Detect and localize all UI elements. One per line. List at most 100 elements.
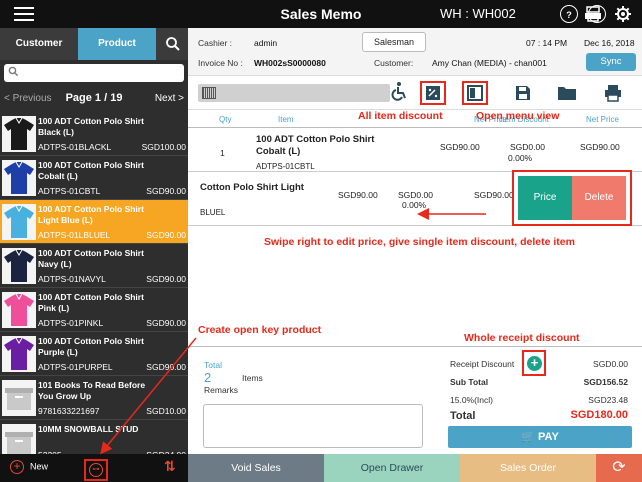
new-product-button[interactable]: + New <box>10 460 48 474</box>
open-menu-view-button[interactable] <box>462 81 488 105</box>
product-thumbnail <box>2 160 36 196</box>
line-price: SGD90.00 <box>338 190 378 200</box>
left-footer: + New ⊶ ⇅ <box>0 454 188 482</box>
subtotal-label: Sub Total <box>450 377 489 387</box>
line-qty: 1 <box>220 148 225 158</box>
line-code-fragment: BLUEL <box>200 208 226 217</box>
help-icon[interactable]: ? <box>560 5 578 23</box>
edit-price-button[interactable]: Price <box>518 176 572 220</box>
print-icon[interactable] <box>600 81 626 105</box>
annotation-swipe-hint: Swipe right to edit price, give single i… <box>264 236 575 248</box>
barcode-input[interactable] <box>198 84 390 102</box>
receipt-discount-value: SGD0.00 <box>593 359 628 369</box>
col-qty: Qty <box>219 115 232 124</box>
sort-icon[interactable]: ⇅ <box>164 458 176 475</box>
search-input[interactable] <box>22 66 180 80</box>
product-code: ADTPS-01PURPEL <box>38 362 113 372</box>
product-item[interactable]: 100 ADT Cotton Polo Shirt Pink (L) ADTPS… <box>0 288 188 332</box>
more-options-icon[interactable]: ··· <box>588 5 606 23</box>
annotation-open-key-product: Create open key product <box>198 324 322 336</box>
summary-divider <box>188 346 642 347</box>
refresh-icon[interactable]: ⟳ <box>596 454 642 482</box>
panel-tabs: Customer Product <box>0 28 188 60</box>
customer-label: Customer: <box>374 58 414 68</box>
line-discount-pct: 0.00% <box>508 153 533 163</box>
receipt-discount-button[interactable]: + <box>522 350 546 376</box>
swipe-actions: Price Delete <box>512 170 632 226</box>
line-price: SGD90.00 <box>440 142 480 152</box>
next-page-button[interactable]: Next > <box>155 93 184 104</box>
product-price: SGD100.00 <box>141 142 186 152</box>
product-thumbnail <box>2 336 36 372</box>
search-icon[interactable] <box>158 28 188 60</box>
line-discount: SGD0.00 <box>398 190 433 200</box>
date-value: Dec 16, 2018 <box>584 38 635 48</box>
plus-icon: + <box>10 460 24 474</box>
action-footer: Void Sales Open Drawer Sales Order ⟳ <box>188 454 642 482</box>
line-code: ADTPS-01CBTL <box>256 162 315 171</box>
line-discount: SGD0.00 <box>510 142 545 152</box>
product-item[interactable]: 100 ADT Cotton Polo Shirt Purple (L) ADT… <box>0 332 188 376</box>
invoice-label: Invoice No : <box>198 58 243 68</box>
product-name: 100 ADT Cotton Polo Shirt Purple (L) <box>38 336 144 357</box>
page-title: Sales Memo <box>280 6 362 22</box>
remarks-input[interactable] <box>203 404 423 448</box>
product-thumbnail <box>2 292 36 328</box>
product-price: SGD90.00 <box>146 186 186 196</box>
new-label: New <box>30 461 49 472</box>
app-header: Sales Memo WH : WH002 ? ··· <box>0 0 642 28</box>
tab-product[interactable]: Product <box>78 28 156 60</box>
line-net: SGD90.00 <box>580 142 620 152</box>
product-code: ADTPS-01LBLUEL <box>38 230 111 240</box>
items-label: Items <box>242 373 263 383</box>
key-icon: ⊶ <box>89 463 103 477</box>
invoice-value: WH002sS0000080 <box>254 58 326 68</box>
product-item[interactable]: 100 ADT Cotton Polo Shirt Light Blue (L)… <box>0 200 188 244</box>
product-name: 100 ADT Cotton Polo Shirt Pink (L) <box>38 292 144 313</box>
delete-item-button[interactable]: Delete <box>572 176 626 220</box>
col-item: Item <box>278 115 294 124</box>
product-item[interactable]: 100 ADT Cotton Polo Shirt Black (L) ADTP… <box>0 112 188 156</box>
customer-value[interactable]: Amy Chan (MEDIA) - chan001 <box>432 58 547 68</box>
product-price: SGD90.00 <box>146 362 186 372</box>
cashier-label: Cashier : <box>198 38 233 48</box>
receipt-discount-label: Receipt Discount <box>450 359 515 369</box>
total-count: 2 <box>204 370 212 385</box>
line-discount-pct: 0.00% <box>402 200 427 210</box>
cashier-value: admin <box>254 38 278 48</box>
product-search <box>4 64 184 82</box>
sync-button[interactable]: Sync <box>586 53 636 71</box>
product-item[interactable]: 101 Books To Read Before You Grow Up 978… <box>0 376 188 420</box>
product-code: ADTPS-01CBTL <box>38 186 101 196</box>
product-code: ADTPS-01NAVYL <box>38 274 106 284</box>
memo-toolbar <box>188 76 642 110</box>
product-item[interactable]: 100 ADT Cotton Polo Shirt Cobalt (L) ADT… <box>0 156 188 200</box>
pagination: < Previous Page 1 / 19 Next > <box>0 90 188 108</box>
open-drawer-button[interactable]: Open Drawer <box>324 454 460 482</box>
save-icon[interactable] <box>510 81 536 105</box>
annotation-whole-receipt-discount: Whole receipt discount <box>464 332 580 344</box>
sales-order-button[interactable]: Sales Order <box>460 454 596 482</box>
product-name: 100 ADT Cotton Polo Shirt Light Blue (L) <box>38 204 144 225</box>
product-name: 101 Books To Read Before You Grow Up <box>38 380 146 401</box>
product-list: 100 ADT Cotton Polo Shirt Black (L) ADTP… <box>0 112 188 482</box>
settings-icon[interactable] <box>614 5 632 23</box>
line-item[interactable]: 1 100 ADT Cotton Polo Shirt Cobalt (L) A… <box>188 128 642 172</box>
grand-total-value: SGD180.00 <box>570 409 628 421</box>
pay-button[interactable]: 🛒 PAY <box>448 426 632 448</box>
product-item[interactable]: 100 ADT Cotton Polo Shirt Navy (L) ADTPS… <box>0 244 188 288</box>
product-name: 100 ADT Cotton Polo Shirt Cobalt (L) <box>38 160 144 181</box>
accessibility-icon[interactable] <box>386 81 412 105</box>
open-key-product-button[interactable]: ⊶ <box>84 459 108 481</box>
warehouse-label: WH : WH002 <box>440 6 516 21</box>
cart-icon: 🛒 <box>521 431 535 443</box>
line-name: 100 ADT Cotton Polo Shirt Cobalt (L) <box>256 134 375 157</box>
all-item-discount-button[interactable] <box>420 81 446 105</box>
void-sales-button[interactable]: Void Sales <box>188 454 324 482</box>
product-code: ADTPS-01PINKL <box>38 318 104 328</box>
salesman-button[interactable]: Salesman <box>362 32 426 52</box>
folder-icon[interactable] <box>554 81 580 105</box>
barcode-icon <box>202 87 216 99</box>
product-price: SGD90.00 <box>146 318 186 328</box>
tab-customer[interactable]: Customer <box>0 28 78 60</box>
